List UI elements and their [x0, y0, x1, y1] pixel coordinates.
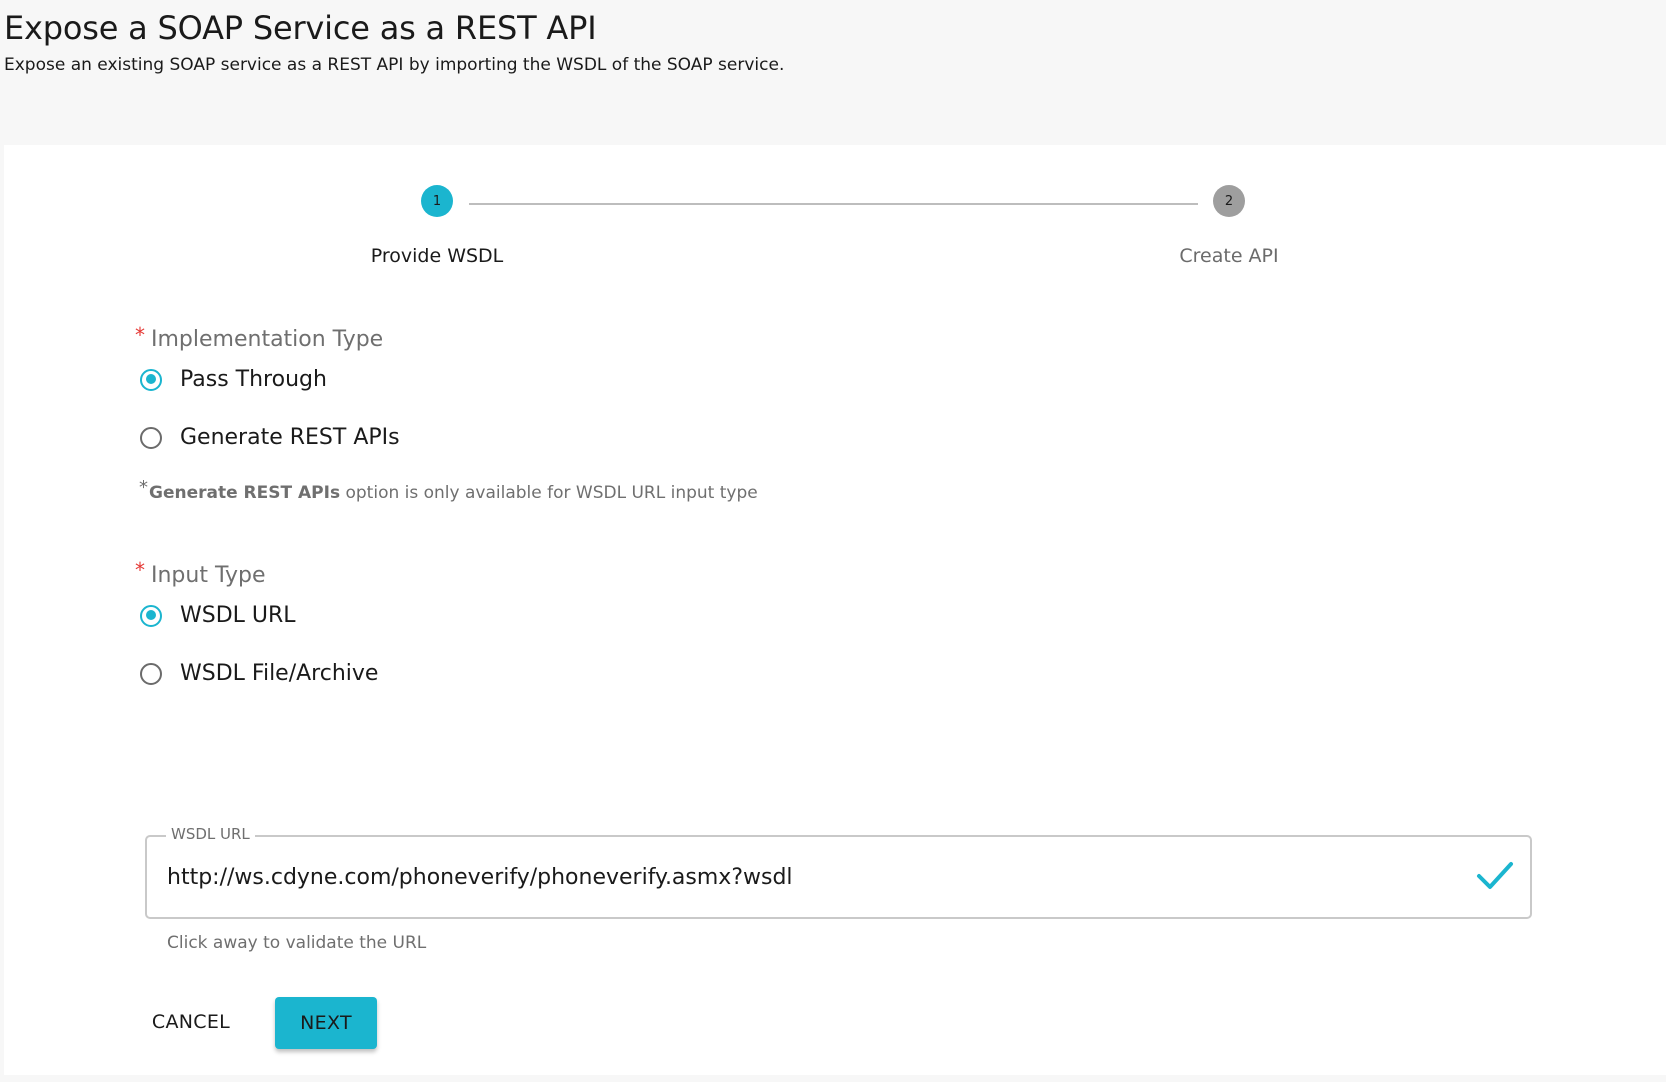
wsdl-url-legend: WSDL URL [166, 825, 255, 843]
step-1-label: Provide WSDL [370, 245, 504, 267]
radio-pass-through-control[interactable] [140, 368, 162, 391]
radio-wsdl-file-archive-label: WSDL File/Archive [180, 661, 379, 686]
page-title: Expose a SOAP Service as a REST API [4, 9, 597, 47]
radio-wsdl-url-control[interactable] [140, 604, 162, 627]
page-header: Expose a SOAP Service as a REST API Expo… [4, 8, 784, 76]
radio-wsdl-file-archive-control[interactable] [140, 662, 162, 685]
step-1-indicator: 1 [421, 185, 453, 217]
wsdl-url-helper-text: Click away to validate the URL [167, 933, 427, 953]
step-2-label: Create API [1179, 245, 1279, 267]
radio-generate-rest-apis-label: Generate REST APIs [180, 425, 400, 450]
input-type-label: Input Type [151, 563, 266, 588]
radio-generate-rest-apis[interactable]: Generate REST APIs [140, 425, 400, 450]
note-bold-text: Generate REST APIs [149, 483, 341, 503]
cancel-button[interactable]: CANCEL [140, 997, 242, 1047]
next-button[interactable]: NEXT [275, 997, 377, 1049]
step-2-indicator: 2 [1213, 185, 1245, 217]
check-icon [1477, 862, 1513, 889]
radio-wsdl-file-archive[interactable]: WSDL File/Archive [140, 661, 378, 686]
radio-wsdl-url[interactable]: WSDL URL [140, 603, 296, 628]
radio-wsdl-url-label: WSDL URL [180, 603, 296, 628]
radio-pass-through[interactable]: Pass Through [140, 367, 327, 392]
note-text: option is only available for WSDL URL in… [340, 483, 758, 503]
radio-pass-through-label: Pass Through [180, 367, 327, 392]
stepper-connector [469, 203, 1198, 205]
implementation-type-note: Generate REST APIs option is only availa… [149, 483, 758, 503]
radio-generate-rest-apis-control[interactable] [140, 426, 162, 449]
note-marker: * [139, 477, 148, 498]
implementation-type-label: Implementation Type [151, 327, 384, 352]
wizard-card: 1 2 Provide WSDL Create API * Implementa… [4, 145, 1666, 1075]
input-type-required-marker: * [135, 558, 145, 582]
wsdl-url-input[interactable] [167, 857, 1417, 897]
page-subtitle: Expose an existing SOAP service as a RES… [4, 55, 785, 75]
implementation-type-required-marker: * [135, 323, 145, 347]
